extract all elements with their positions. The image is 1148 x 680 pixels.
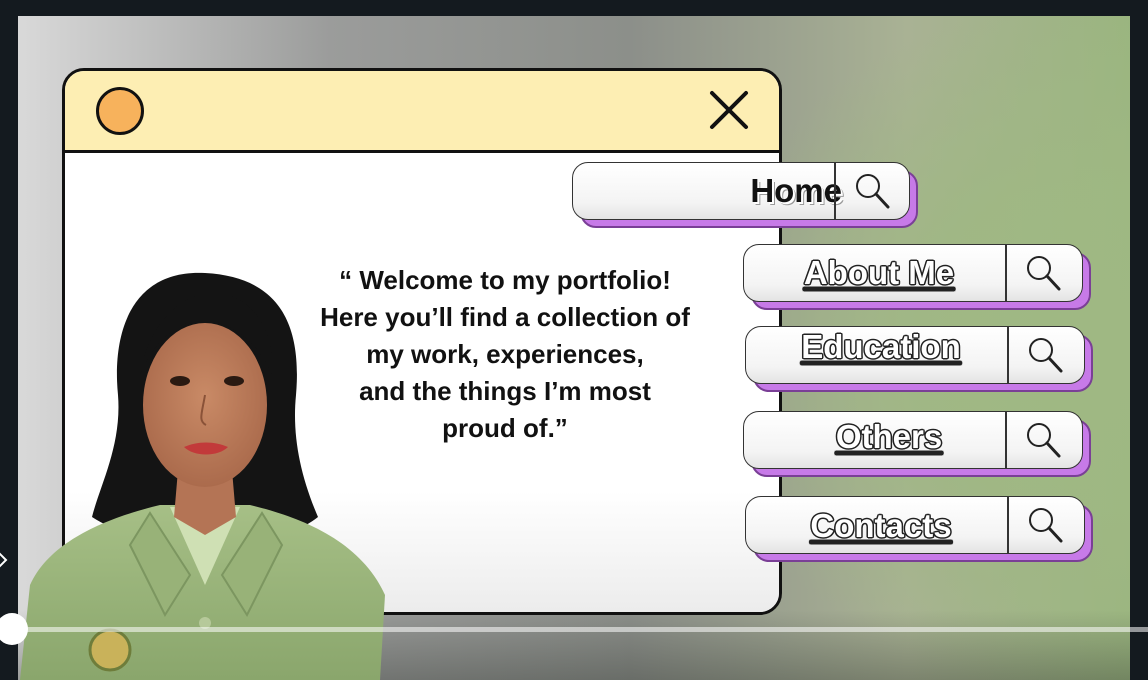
search-icon[interactable]	[1025, 335, 1065, 375]
search-icon[interactable]	[852, 171, 892, 211]
chevron-right-icon[interactable]	[0, 549, 10, 571]
nav-home-button[interactable]: Home	[572, 162, 918, 228]
nav-about-button[interactable]: About Me	[743, 244, 1091, 310]
search-icon[interactable]	[1023, 253, 1063, 293]
close-icon[interactable]	[707, 88, 751, 132]
window-title-bar	[65, 71, 779, 153]
search-icon[interactable]	[1023, 420, 1063, 460]
nav-divider	[1007, 496, 1009, 554]
nav-divider	[834, 162, 836, 220]
nav-divider	[1007, 326, 1009, 384]
video-progress-bar[interactable]	[0, 627, 1148, 632]
nav-education-button[interactable]: Education	[745, 326, 1093, 392]
nav-education-label: Education	[801, 328, 961, 365]
nav-about-label: About Me	[803, 254, 955, 291]
search-icon[interactable]	[1025, 505, 1065, 545]
nav-contacts-button[interactable]: Contacts	[745, 496, 1093, 562]
nav-others-button[interactable]: Others	[743, 411, 1091, 477]
nav-others-label: Others	[835, 418, 943, 455]
profile-photo	[20, 272, 385, 680]
nav-home-label: Home	[750, 172, 842, 209]
nav-divider	[1005, 244, 1007, 302]
nav-divider	[1005, 411, 1007, 469]
window-dot-icon	[96, 87, 144, 135]
nav-contacts-label: Contacts	[810, 507, 952, 544]
